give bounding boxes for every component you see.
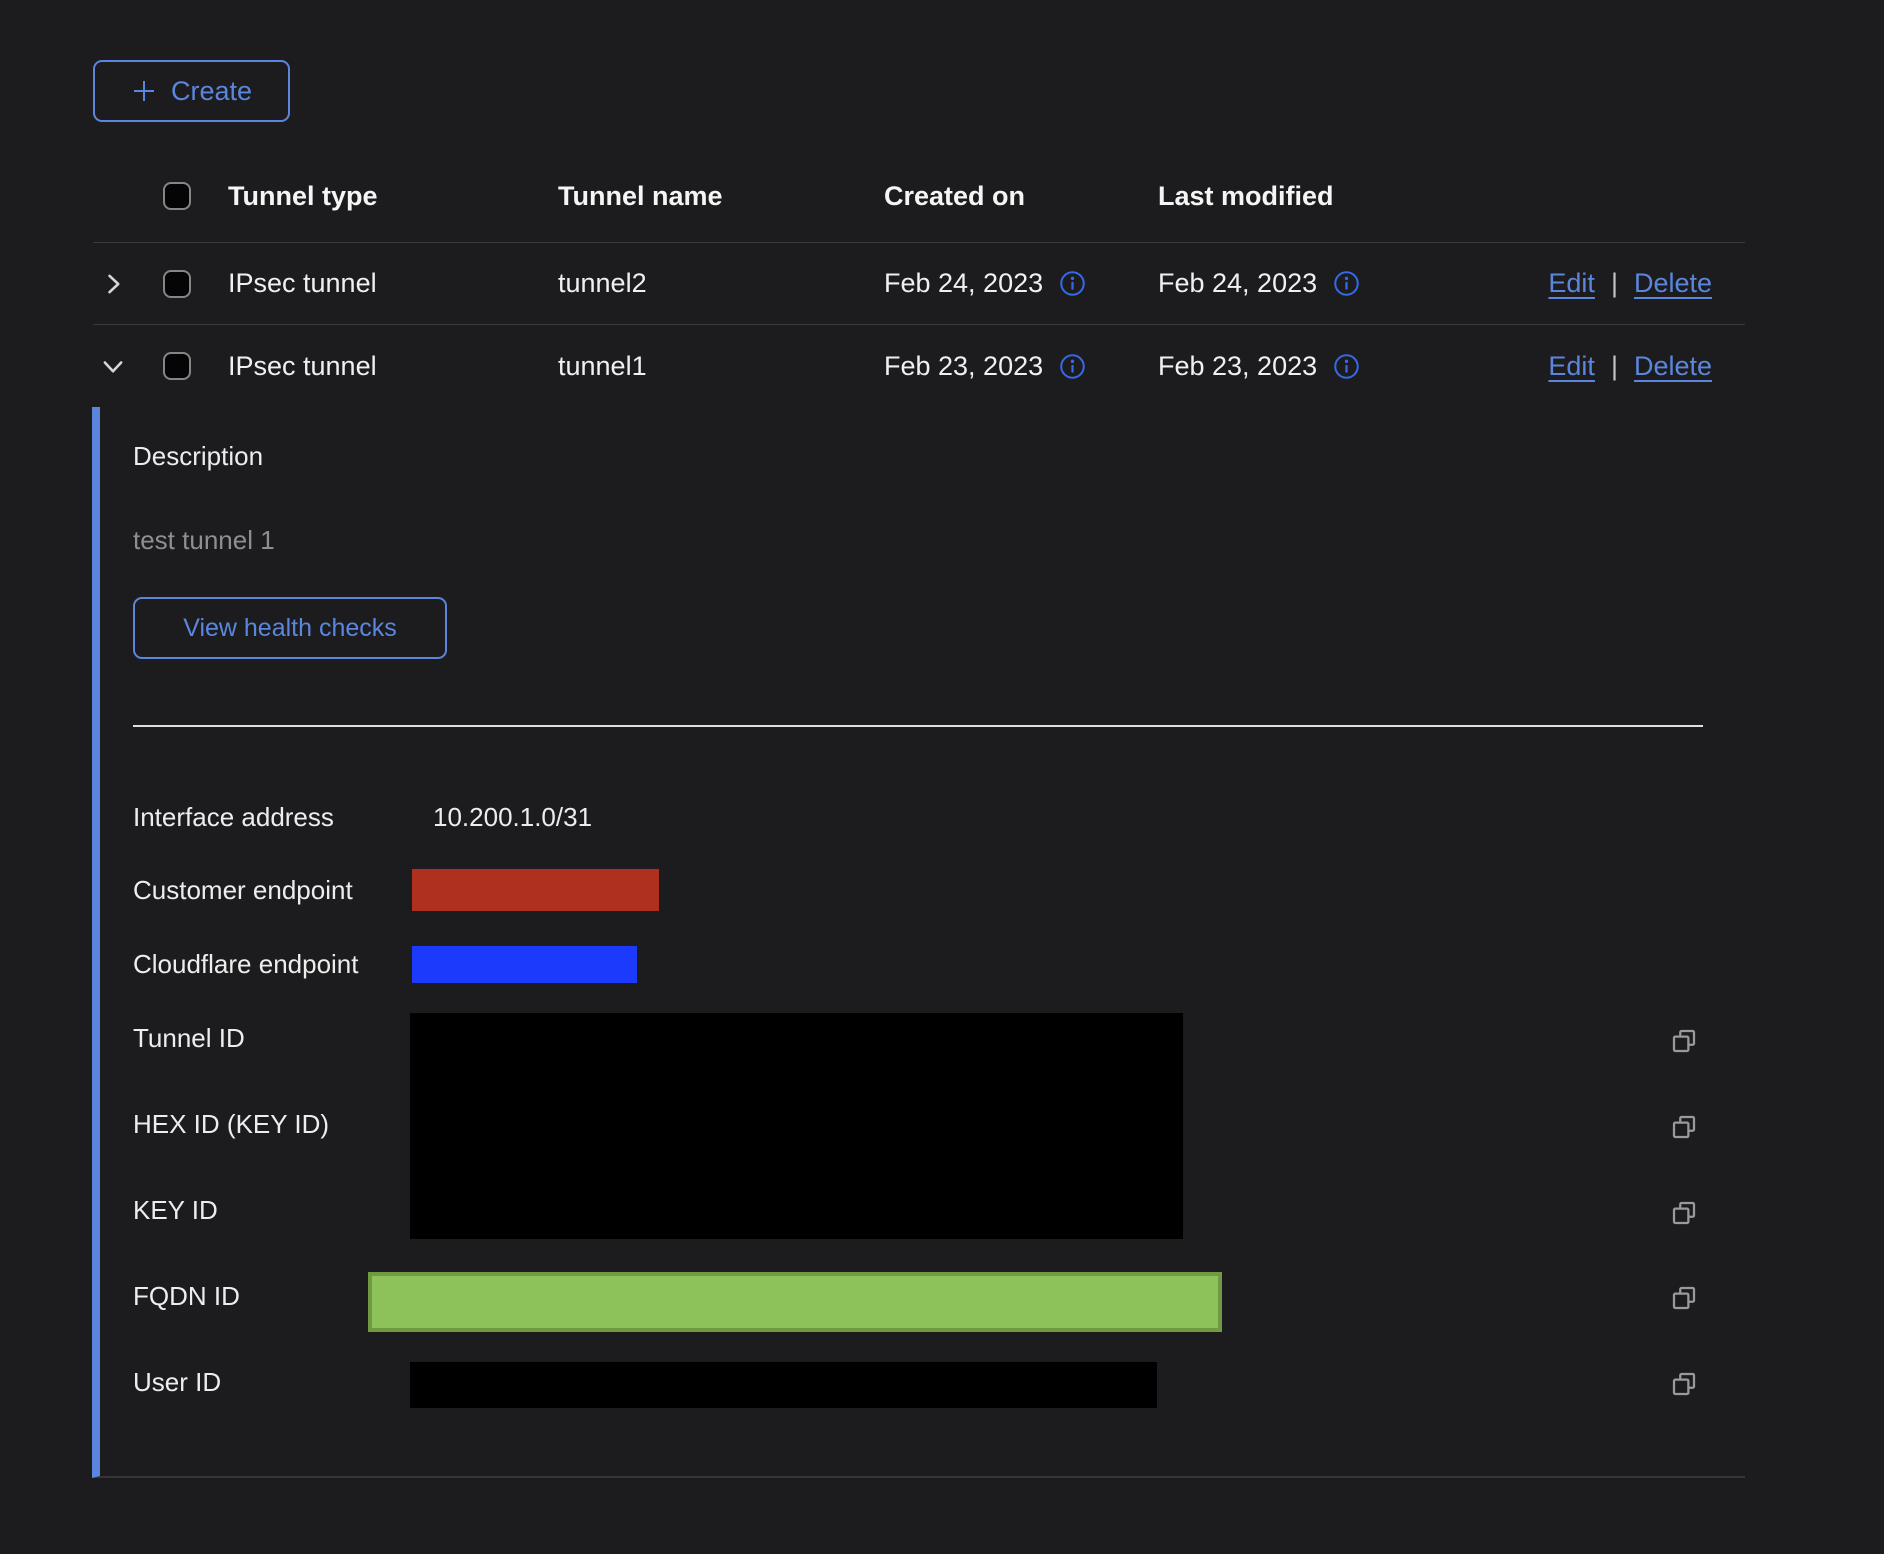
info-icon[interactable] bbox=[1059, 353, 1086, 380]
cell-tunnel-name: tunnel1 bbox=[558, 351, 884, 382]
field-value-interface-address: 10.200.1.0/31 bbox=[433, 801, 592, 833]
info-icon[interactable] bbox=[1333, 353, 1360, 380]
field-label-cloudflare-endpoint: Cloudflare endpoint bbox=[133, 948, 359, 980]
tunnels-table: Tunnel type Tunnel name Created on Last … bbox=[93, 150, 1745, 407]
copy-icon[interactable] bbox=[1668, 1025, 1700, 1057]
cell-last-modified: Feb 23, 2023 bbox=[1158, 351, 1317, 382]
field-label-tunnel-id: Tunnel ID bbox=[133, 1022, 245, 1054]
field-label-customer-endpoint: Customer endpoint bbox=[133, 874, 353, 906]
create-button[interactable]: Create bbox=[93, 60, 290, 122]
edit-link[interactable]: Edit bbox=[1548, 351, 1595, 382]
select-all-checkbox[interactable] bbox=[163, 182, 191, 210]
cell-last-modified: Feb 24, 2023 bbox=[1158, 268, 1317, 299]
tunnels-page: { "colors": { "background": "#1C1C1E", "… bbox=[0, 0, 1884, 1554]
redaction-fqdn-id bbox=[368, 1272, 1222, 1332]
chevron-right-icon[interactable] bbox=[99, 270, 127, 298]
delete-link[interactable]: Delete bbox=[1634, 351, 1712, 382]
header-tunnel-type: Tunnel type bbox=[228, 181, 558, 212]
table-row: IPsec tunnel tunnel2 Feb 24, 2023 Feb 24… bbox=[93, 243, 1745, 325]
header-tunnel-name: Tunnel name bbox=[558, 181, 884, 212]
field-label-hex-id: HEX ID (KEY ID) bbox=[133, 1108, 329, 1140]
header-created-on: Created on bbox=[884, 181, 1158, 212]
row-checkbox[interactable] bbox=[163, 352, 191, 380]
header-last-modified: Last modified bbox=[1158, 181, 1432, 212]
cell-tunnel-type: IPsec tunnel bbox=[228, 268, 558, 299]
table-row: IPsec tunnel tunnel1 Feb 23, 2023 Feb 23… bbox=[93, 325, 1745, 407]
copy-icon[interactable] bbox=[1668, 1282, 1700, 1314]
cell-tunnel-name: tunnel2 bbox=[558, 268, 884, 299]
plus-icon bbox=[131, 78, 157, 104]
row-checkbox[interactable] bbox=[163, 270, 191, 298]
copy-icon[interactable] bbox=[1668, 1197, 1700, 1229]
chevron-down-icon[interactable] bbox=[99, 352, 127, 380]
table-header-row: Tunnel type Tunnel name Created on Last … bbox=[93, 150, 1745, 243]
redaction-customer-endpoint bbox=[412, 869, 659, 911]
action-separator: | bbox=[1611, 351, 1618, 382]
description-value: test tunnel 1 bbox=[133, 524, 275, 556]
field-label-fqdn-id: FQDN ID bbox=[133, 1280, 240, 1312]
edit-link[interactable]: Edit bbox=[1548, 268, 1595, 299]
info-icon[interactable] bbox=[1059, 270, 1086, 297]
redaction-ids bbox=[410, 1013, 1183, 1239]
copy-icon[interactable] bbox=[1668, 1111, 1700, 1143]
description-label: Description bbox=[133, 440, 263, 472]
delete-link[interactable]: Delete bbox=[1634, 268, 1712, 299]
create-button-label: Create bbox=[171, 76, 252, 107]
view-health-checks-button[interactable]: View health checks bbox=[133, 597, 447, 659]
redaction-cloudflare-endpoint bbox=[412, 946, 637, 983]
field-label-user-id: User ID bbox=[133, 1366, 221, 1398]
copy-icon[interactable] bbox=[1668, 1368, 1700, 1400]
info-icon[interactable] bbox=[1333, 270, 1360, 297]
tunnel-detail-panel: Description test tunnel 1 View health ch… bbox=[92, 407, 1745, 1478]
redaction-user-id bbox=[410, 1362, 1157, 1408]
action-separator: | bbox=[1611, 268, 1618, 299]
field-label-interface-address: Interface address bbox=[133, 801, 334, 833]
cell-created-on: Feb 24, 2023 bbox=[884, 268, 1043, 299]
field-label-key-id: KEY ID bbox=[133, 1194, 218, 1226]
detail-divider bbox=[133, 725, 1703, 727]
cell-created-on: Feb 23, 2023 bbox=[884, 351, 1043, 382]
cell-tunnel-type: IPsec tunnel bbox=[228, 351, 558, 382]
